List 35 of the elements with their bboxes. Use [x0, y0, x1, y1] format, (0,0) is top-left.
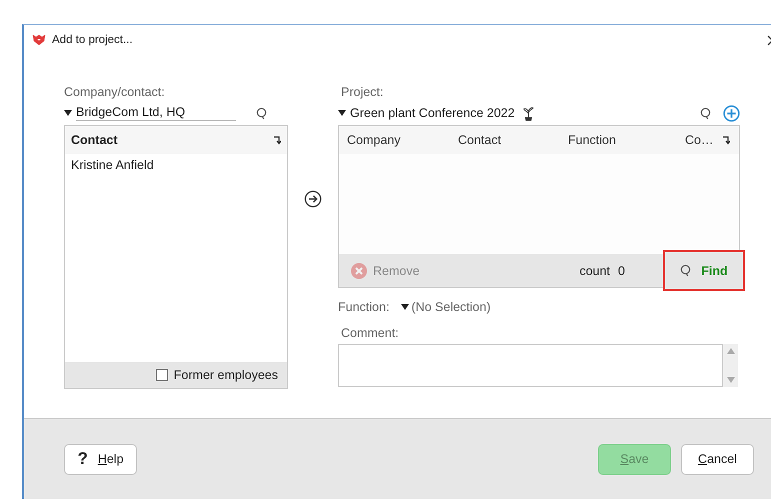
- search-icon[interactable]: [700, 106, 711, 120]
- function-dropdown[interactable]: (No Selection): [411, 300, 491, 314]
- search-icon[interactable]: [256, 106, 267, 120]
- field-label: Comment:: [340, 326, 400, 340]
- dropdown-caret-icon[interactable]: [401, 304, 410, 310]
- comment-field[interactable]: [338, 344, 723, 387]
- dropdown-caret-icon[interactable]: [64, 110, 72, 116]
- plant-icon: [522, 106, 534, 120]
- project-field[interactable]: Green plant Conference 2022: [350, 106, 515, 120]
- column-header[interactable]: Function: [568, 133, 685, 147]
- window-title: Add to project...: [52, 34, 133, 46]
- help-button[interactable]: ? Help: [64, 444, 137, 474]
- column-header[interactable]: Contact: [71, 133, 118, 147]
- sort-icon[interactable]: [722, 135, 730, 145]
- add-icon[interactable]: [723, 104, 740, 122]
- field-label: Project:: [340, 85, 384, 99]
- column-header[interactable]: Company: [347, 133, 458, 147]
- search-icon: [680, 264, 692, 277]
- arrow-right-circle-icon[interactable]: [304, 190, 322, 208]
- count-value: 0: [618, 264, 625, 278]
- column-header[interactable]: Co…: [685, 133, 722, 147]
- field-label: Function:: [338, 300, 390, 314]
- find-button[interactable]: Find: [663, 250, 745, 291]
- company-field[interactable]: BridgeCom Ltd, HQ: [76, 105, 236, 121]
- dropdown-caret-icon[interactable]: [338, 110, 346, 116]
- cancel-button[interactable]: Cancel: [681, 444, 754, 474]
- field-label: Company/contact:: [64, 85, 166, 99]
- contact-row[interactable]: Kristine Anfield: [71, 158, 281, 172]
- column-header[interactable]: Contact: [458, 133, 568, 147]
- checkbox-label: Former employees: [174, 368, 278, 382]
- count-label: count: [579, 264, 610, 278]
- app-logo-icon: [32, 34, 46, 46]
- remove-icon: [351, 262, 367, 278]
- sort-icon[interactable]: [273, 135, 281, 145]
- former-employees-checkbox[interactable]: [156, 369, 168, 381]
